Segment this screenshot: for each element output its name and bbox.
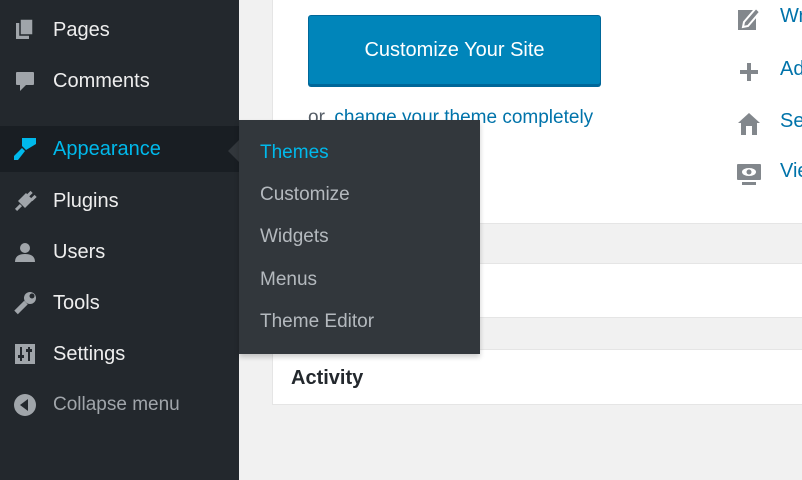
collapse-menu-label: Collapse menu: [53, 394, 180, 415]
settings-sliders-icon: [11, 340, 39, 368]
submenu-item-customize[interactable]: Customize: [260, 184, 350, 206]
next-step-write-label[interactable]: Wr: [780, 5, 802, 28]
next-step-add-label[interactable]: Ad: [780, 58, 802, 81]
sidebar-item-pages[interactable]: Pages: [0, 7, 239, 53]
flyout-pointer: [228, 140, 239, 162]
submenu-item-themes[interactable]: Themes: [260, 142, 329, 164]
sidebar-item-label: Pages: [53, 18, 110, 41]
activity-widget-title[interactable]: Activity: [291, 367, 363, 390]
next-step-view[interactable]: Vie: [735, 158, 802, 190]
plugins-icon: [11, 187, 39, 215]
appearance-flyout-submenu: Themes Customize Widgets Menus Theme Edi…: [239, 120, 480, 354]
sidebar-item-label: Settings: [53, 342, 126, 365]
sidebar-item-label: Plugins: [53, 189, 119, 212]
collapse-menu-button[interactable]: Collapse menu: [0, 382, 239, 428]
view-screen-icon: [735, 161, 763, 187]
next-step-setup-home[interactable]: Se: [735, 108, 802, 140]
sidebar-item-plugins[interactable]: Plugins: [0, 178, 239, 224]
tools-wrench-icon: [11, 289, 39, 317]
next-step-write[interactable]: Wr: [735, 3, 802, 35]
pages-icon: [11, 16, 39, 44]
activity-widget: Activity: [272, 349, 802, 405]
submenu-item-widgets[interactable]: Widgets: [260, 226, 329, 248]
sidebar-item-label: Comments: [53, 69, 150, 92]
submenu-item-theme-editor[interactable]: Theme Editor: [260, 311, 374, 333]
submenu-item-menus[interactable]: Menus: [260, 269, 317, 291]
sidebar-item-appearance[interactable]: Appearance: [0, 126, 239, 172]
admin-sidebar: Pages Comments Appearance Plugins Users …: [0, 0, 239, 480]
customize-your-site-button[interactable]: Customize Your Site: [308, 15, 601, 85]
collapse-arrow-icon: [11, 391, 39, 419]
plus-icon: [735, 59, 763, 85]
sidebar-item-label: Users: [53, 240, 106, 263]
next-step-setup-home-label[interactable]: Se: [780, 110, 802, 133]
sidebar-item-tools[interactable]: Tools: [0, 280, 239, 326]
home-icon: [735, 111, 763, 137]
users-icon: [11, 238, 39, 266]
write-edit-icon: [735, 6, 763, 32]
appearance-brush-icon: [11, 135, 39, 163]
sidebar-item-label: Appearance: [53, 137, 161, 160]
next-step-view-label[interactable]: Vie: [780, 160, 802, 183]
next-step-add[interactable]: Ad: [735, 56, 802, 88]
sidebar-item-settings[interactable]: Settings: [0, 331, 239, 377]
sidebar-item-comments[interactable]: Comments: [0, 58, 239, 104]
comments-icon: [11, 67, 39, 95]
sidebar-item-users[interactable]: Users: [0, 229, 239, 275]
sidebar-item-label: Tools: [53, 291, 100, 314]
